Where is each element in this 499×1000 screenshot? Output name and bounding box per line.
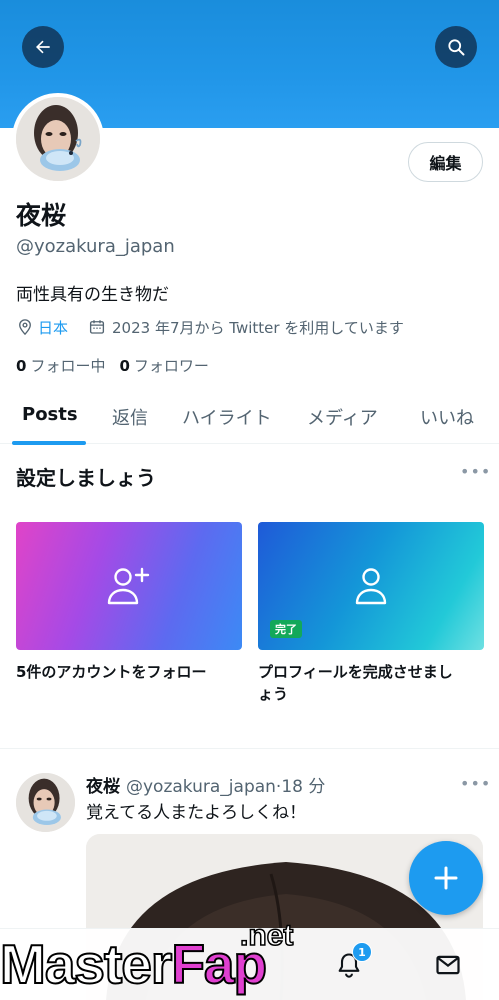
location-pin-icon [19, 319, 31, 336]
profile-handle: @yozakura_japan [16, 236, 175, 257]
section-divider [0, 748, 499, 749]
watermark: MasterFap [0, 928, 268, 1000]
avatar-photo [16, 773, 75, 832]
notifications-tab[interactable]: 1 [329, 942, 372, 985]
messages-tab[interactable] [428, 945, 468, 985]
tab-likes[interactable]: いいね [420, 404, 474, 430]
avatar-photo [16, 97, 100, 181]
envelope-icon [436, 955, 460, 975]
tweet-avatar[interactable] [16, 773, 75, 832]
complete-profile-label-line2: ょう [258, 685, 289, 703]
user-icon [355, 568, 387, 605]
following-count: 0 [16, 357, 27, 375]
compose-button[interactable] [409, 841, 483, 915]
tab-highlights[interactable]: ハイライト [182, 404, 272, 430]
active-tab-indicator [12, 441, 86, 445]
arrow-left-icon [36, 40, 50, 54]
profile-avatar[interactable] [12, 93, 104, 185]
followers-link[interactable]: 0 フォロワー [119, 355, 208, 376]
profile-meta: 日本 2023 年7月から Twitter を利用しています [16, 317, 404, 337]
complete-profile-card[interactable]: 完了 [258, 522, 484, 650]
watermark-part-1: Master [0, 932, 173, 996]
tweet-text: 覚えてる人またよろしくね！ [86, 803, 307, 823]
join-date: 2023 年7月から Twitter を利用しています [112, 318, 404, 337]
followers-label: フォロワー [133, 357, 209, 375]
followers-count: 0 [119, 357, 130, 375]
watermark-part-3: .net [239, 918, 294, 953]
profile-tabs: Posts 返信 ハイライト メディア いいね [0, 390, 499, 445]
search-button[interactable] [435, 26, 477, 68]
add-user-icon [107, 567, 150, 605]
follow-stats: 0 フォロー中 0 フォロワー [16, 355, 209, 376]
search-icon [448, 39, 465, 56]
done-badge: 完了 [270, 620, 302, 638]
setup-more-button[interactable]: ••• [460, 462, 491, 481]
plus-icon [434, 866, 458, 890]
edit-profile-button[interactable]: 編集 [408, 142, 483, 182]
tweet-header: 夜桜 @yozakura_japan·18 分 [86, 772, 325, 797]
following-label: フォロー中 [30, 357, 106, 375]
profile-bio: 両性具有の生き物だ [16, 285, 169, 305]
complete-profile-label-line1: プロフィールを完成させまし [258, 663, 453, 681]
setup-title: 設定しましょう [16, 466, 156, 490]
calendar-icon [89, 320, 105, 334]
follow-accounts-card[interactable] [16, 522, 242, 650]
following-link[interactable]: 0 フォロー中 [16, 355, 105, 376]
back-button[interactable] [22, 26, 64, 68]
tweet-handle-time: @yozakura_japan·18 分 [126, 777, 326, 797]
profile-name: 夜桜 [16, 201, 67, 230]
location-link[interactable]: 日本 [38, 317, 68, 338]
follow-accounts-label: 5件のアカウントをフォロー [16, 663, 207, 681]
tab-posts[interactable]: Posts [22, 404, 78, 425]
notification-count-badge: 1 [352, 942, 372, 962]
tab-replies[interactable]: 返信 [112, 404, 148, 430]
tweet-author-name[interactable]: 夜桜 [86, 772, 120, 797]
tweet-more-button[interactable]: ••• [460, 774, 491, 793]
tab-media[interactable]: メディア [307, 404, 378, 430]
